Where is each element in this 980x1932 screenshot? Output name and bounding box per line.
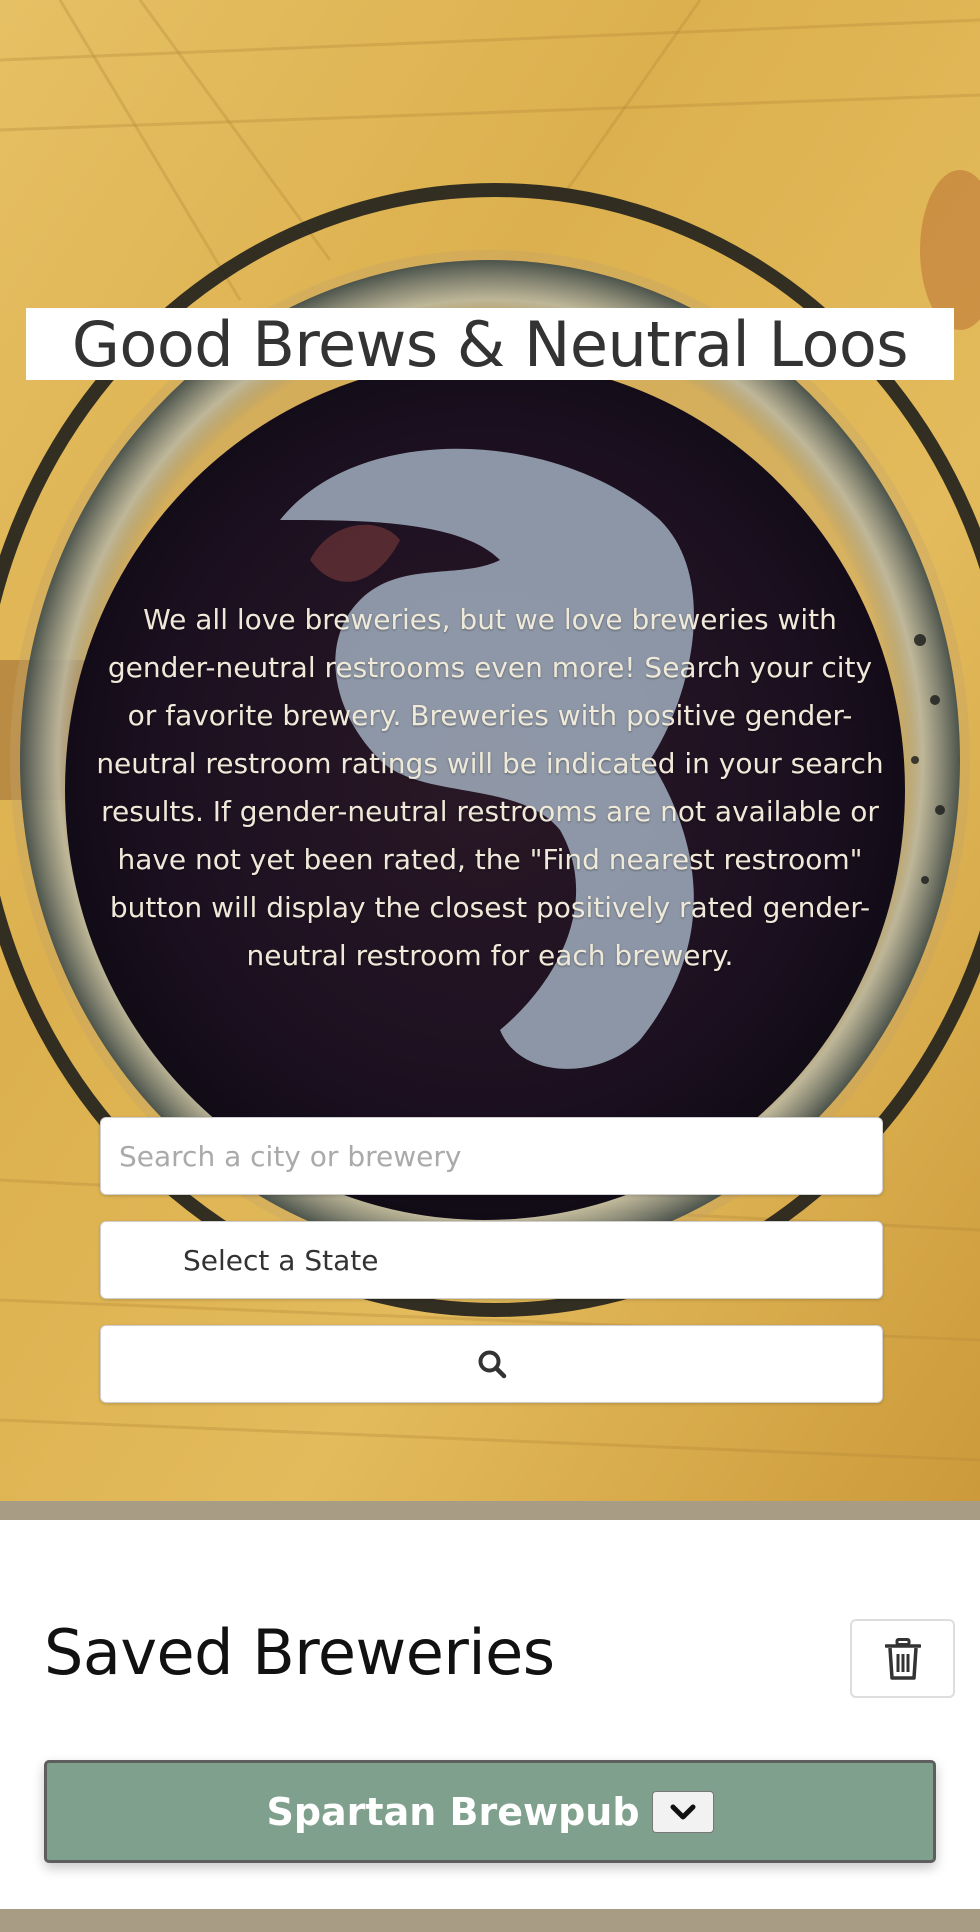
saved-breweries-heading: Saved Breweries (44, 1616, 555, 1689)
page-title: Good Brews & Neutral Loos (71, 307, 909, 381)
section-divider (0, 1501, 980, 1520)
search-icon (478, 1350, 506, 1379)
brewery-name: Spartan Brewpub (266, 1789, 640, 1834)
expand-brewery-button[interactable] (651, 1790, 714, 1833)
state-select[interactable]: Select a State (100, 1221, 883, 1299)
saved-brewery-card[interactable]: Spartan Brewpub (44, 1760, 936, 1863)
search-input[interactable] (100, 1117, 883, 1195)
chevron-down-icon (670, 1804, 696, 1819)
clear-saved-button[interactable] (850, 1619, 955, 1698)
intro-text: We all love breweries, but we love brewe… (96, 603, 884, 972)
hero-section: Good Brews & Neutral Loos We all love br… (0, 0, 980, 1501)
search-button[interactable] (100, 1325, 883, 1403)
footer-divider (0, 1909, 980, 1932)
trash-icon (884, 1637, 921, 1680)
title-banner: Good Brews & Neutral Loos (26, 307, 954, 381)
state-select-label: Select a State (183, 1243, 379, 1277)
